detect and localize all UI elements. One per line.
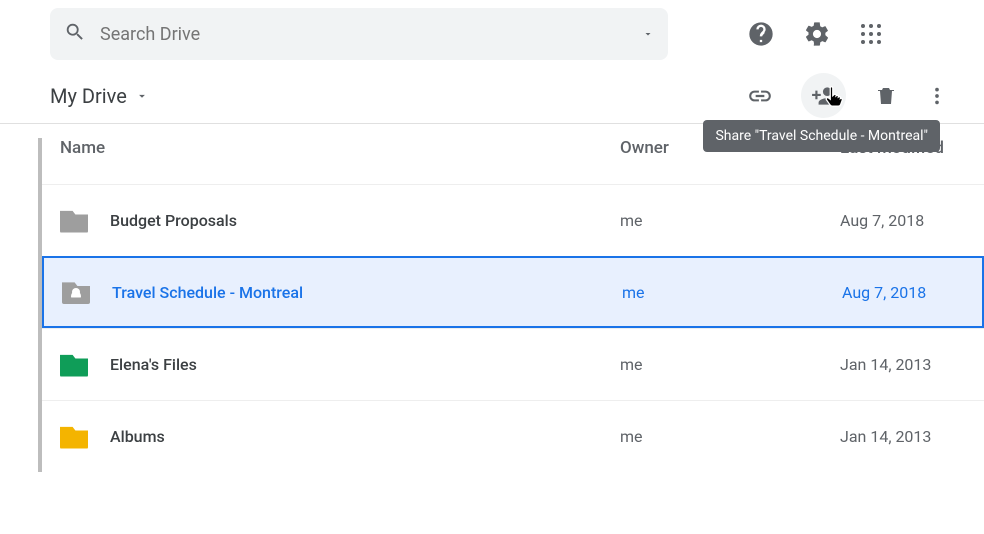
search-box[interactable]: Search Drive	[50, 8, 668, 60]
sub-bar: My Drive Share "Travel Schedule - Montre…	[0, 68, 984, 124]
person-add-icon	[811, 83, 837, 109]
delete-icon[interactable]	[874, 84, 898, 108]
table-row[interactable]: Albums me Jan 14, 2013	[42, 400, 984, 472]
search-filter-caret-icon[interactable]	[642, 25, 654, 44]
file-owner: me	[620, 211, 840, 230]
settings-icon[interactable]	[803, 20, 831, 48]
action-bar	[747, 73, 948, 118]
table-row[interactable]: Budget Proposals me Aug 7, 2018	[42, 184, 984, 256]
file-modified: Aug 7, 2018	[842, 283, 982, 302]
column-name[interactable]: Name	[60, 138, 620, 158]
file-modified: Jan 14, 2013	[840, 355, 984, 374]
breadcrumb[interactable]: My Drive	[50, 84, 149, 108]
shared-folder-icon	[62, 280, 90, 304]
get-link-icon[interactable]	[747, 83, 773, 109]
top-icons	[747, 20, 891, 48]
file-name-cell: Budget Proposals	[60, 209, 620, 233]
file-name-cell: Albums	[60, 425, 620, 449]
folder-icon	[60, 425, 88, 449]
help-icon[interactable]	[747, 20, 775, 48]
share-tooltip: Share "Travel Schedule - Montreal"	[703, 120, 940, 152]
file-owner: me	[622, 283, 842, 302]
table-row[interactable]: Travel Schedule - Montreal me Aug 7, 201…	[42, 256, 984, 328]
chevron-down-icon	[135, 89, 149, 103]
search-placeholder: Search Drive	[100, 24, 628, 45]
file-name: Albums	[110, 427, 165, 446]
folder-icon	[60, 209, 88, 233]
search-icon	[64, 21, 86, 47]
breadcrumb-title: My Drive	[50, 84, 127, 108]
file-owner: me	[620, 355, 840, 374]
file-owner: me	[620, 427, 840, 446]
file-name-cell: Elena's Files	[60, 353, 620, 377]
file-name: Elena's Files	[110, 355, 197, 374]
more-icon[interactable]	[926, 85, 948, 107]
file-name: Travel Schedule - Montreal	[112, 283, 303, 302]
file-name: Budget Proposals	[110, 211, 237, 230]
file-list: Name Owner Last modified Budget Proposal…	[38, 138, 984, 472]
table-row[interactable]: Elena's Files me Jan 14, 2013	[42, 328, 984, 400]
topbar: Search Drive	[0, 0, 984, 68]
apps-grid-icon[interactable]	[859, 22, 883, 46]
folder-icon	[60, 353, 88, 377]
file-modified: Jan 14, 2013	[840, 427, 984, 446]
file-modified: Aug 7, 2018	[840, 211, 984, 230]
file-name-cell: Travel Schedule - Montreal	[62, 280, 622, 304]
share-button[interactable]	[801, 73, 846, 118]
